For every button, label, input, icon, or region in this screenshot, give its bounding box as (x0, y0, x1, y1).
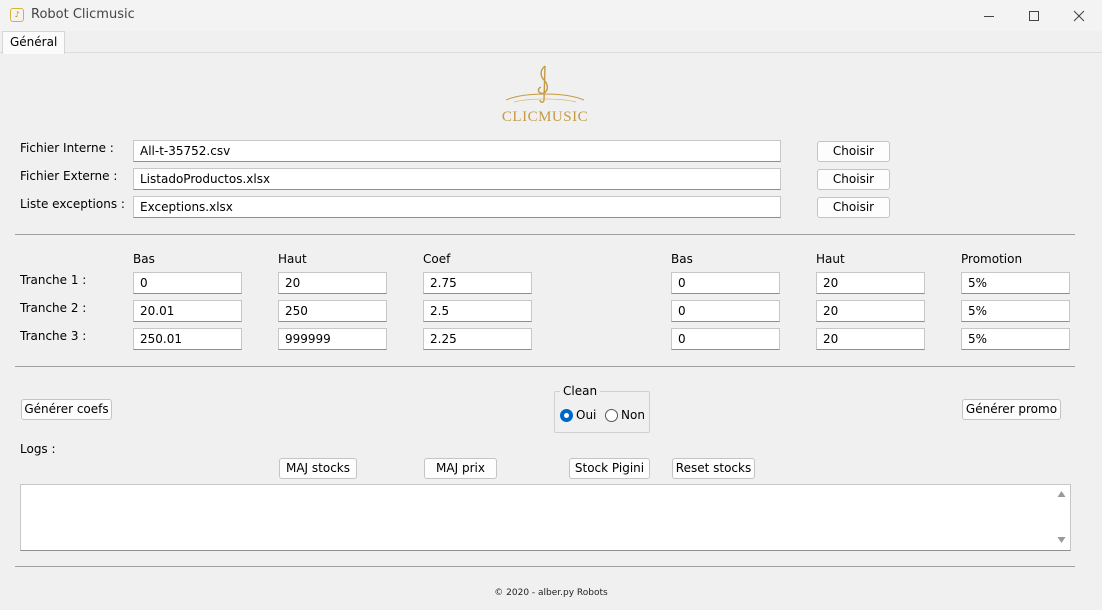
maj-prix-button[interactable]: MAJ prix (424, 458, 497, 479)
tranche-2-coef-input[interactable]: 2.5 (423, 300, 532, 322)
tranche-3-label: Tranche 3 : (20, 329, 87, 343)
header-promo-bas: Bas (671, 252, 693, 266)
tranche-1-haut-input[interactable]: 20 (278, 272, 387, 294)
tranche-2-promo-haut-input[interactable]: 20 (816, 300, 925, 322)
footer-text: © 2020 - alber.py Robots (494, 588, 608, 598)
generate-promo-button[interactable]: Générer promo (962, 399, 1061, 420)
close-icon (1073, 10, 1085, 21)
clean-oui-radio[interactable] (560, 409, 573, 422)
app-icon: ♪ (10, 8, 24, 22)
external-file-input[interactable]: ListadoProductos.xlsx (133, 168, 781, 190)
minimize-icon (984, 15, 994, 17)
title-bar (0, 0, 1102, 31)
header-coef: Coef (423, 252, 451, 266)
tranche-1-label: Tranche 1 : (20, 273, 87, 287)
logs-textarea[interactable] (20, 484, 1071, 551)
stock-pigini-button[interactable]: Stock Pigini (569, 458, 650, 479)
tranche-3-coef-input[interactable]: 2.25 (423, 328, 532, 350)
scroll-down-icon[interactable] (1057, 536, 1066, 544)
header-bas: Bas (133, 252, 155, 266)
tranche-2-promotion-input[interactable]: 5% (961, 300, 1070, 322)
choose-internal-file-button[interactable]: Choisir (817, 141, 890, 162)
scroll-up-icon[interactable] (1057, 490, 1066, 498)
clean-non-label[interactable]: Non (621, 408, 645, 422)
exceptions-file-input[interactable]: Exceptions.xlsx (133, 196, 781, 218)
logs-scrollbar[interactable] (1053, 485, 1070, 550)
generate-coefs-button[interactable]: Générer coefs (21, 399, 112, 420)
tranche-2-promo-bas-input[interactable]: 0 (671, 300, 780, 322)
separator (15, 366, 1075, 367)
clean-legend: Clean (560, 384, 601, 398)
header-promo-haut: Haut (816, 252, 845, 266)
internal-file-input[interactable]: All-t-35752.csv (133, 140, 781, 162)
external-file-label: Fichier Externe : (20, 169, 118, 183)
clean-oui-label[interactable]: Oui (576, 408, 596, 422)
maximize-icon (1029, 10, 1039, 21)
maj-stocks-button[interactable]: MAJ stocks (279, 458, 357, 479)
choose-external-file-button[interactable]: Choisir (817, 169, 890, 190)
tranche-3-promotion-input[interactable]: 5% (961, 328, 1070, 350)
tranche-1-bas-input[interactable]: 0 (133, 272, 242, 294)
tranche-3-haut-input[interactable]: 999999 (278, 328, 387, 350)
reset-stocks-button[interactable]: Reset stocks (672, 458, 755, 479)
tranche-3-promo-haut-input[interactable]: 20 (816, 328, 925, 350)
logo-text: CLICMUSIC (502, 109, 588, 125)
internal-file-label: Fichier Interne : (20, 141, 114, 155)
choose-exceptions-file-button[interactable]: Choisir (817, 197, 890, 218)
tranche-3-bas-input[interactable]: 250.01 (133, 328, 242, 350)
close-button[interactable] (1056, 0, 1102, 31)
minimize-button[interactable] (966, 0, 1012, 31)
window-title: Robot Clicmusic (31, 7, 135, 22)
header-promotion: Promotion (961, 252, 1023, 266)
clean-non-radio[interactable] (605, 409, 618, 422)
tranche-2-bas-input[interactable]: 20.01 (133, 300, 242, 322)
separator (15, 566, 1075, 567)
tranche-3-promo-bas-input[interactable]: 0 (671, 328, 780, 350)
header-haut: Haut (278, 252, 307, 266)
separator (15, 234, 1075, 235)
exceptions-file-label: Liste exceptions : (20, 197, 125, 211)
tranche-2-label: Tranche 2 : (20, 301, 87, 315)
tranche-1-promo-bas-input[interactable]: 0 (671, 272, 780, 294)
tab-general[interactable]: Général (2, 31, 66, 54)
tranche-1-promotion-input[interactable]: 5% (961, 272, 1070, 294)
clicmusic-logo: CLICMUSIC (500, 62, 590, 126)
tranche-2-haut-input[interactable]: 250 (278, 300, 387, 322)
logs-label: Logs : (20, 442, 56, 456)
maximize-button[interactable] (1011, 0, 1057, 31)
tranche-1-promo-haut-input[interactable]: 20 (816, 272, 925, 294)
tranche-1-coef-input[interactable]: 2.75 (423, 272, 532, 294)
tab-strip (0, 31, 1102, 53)
